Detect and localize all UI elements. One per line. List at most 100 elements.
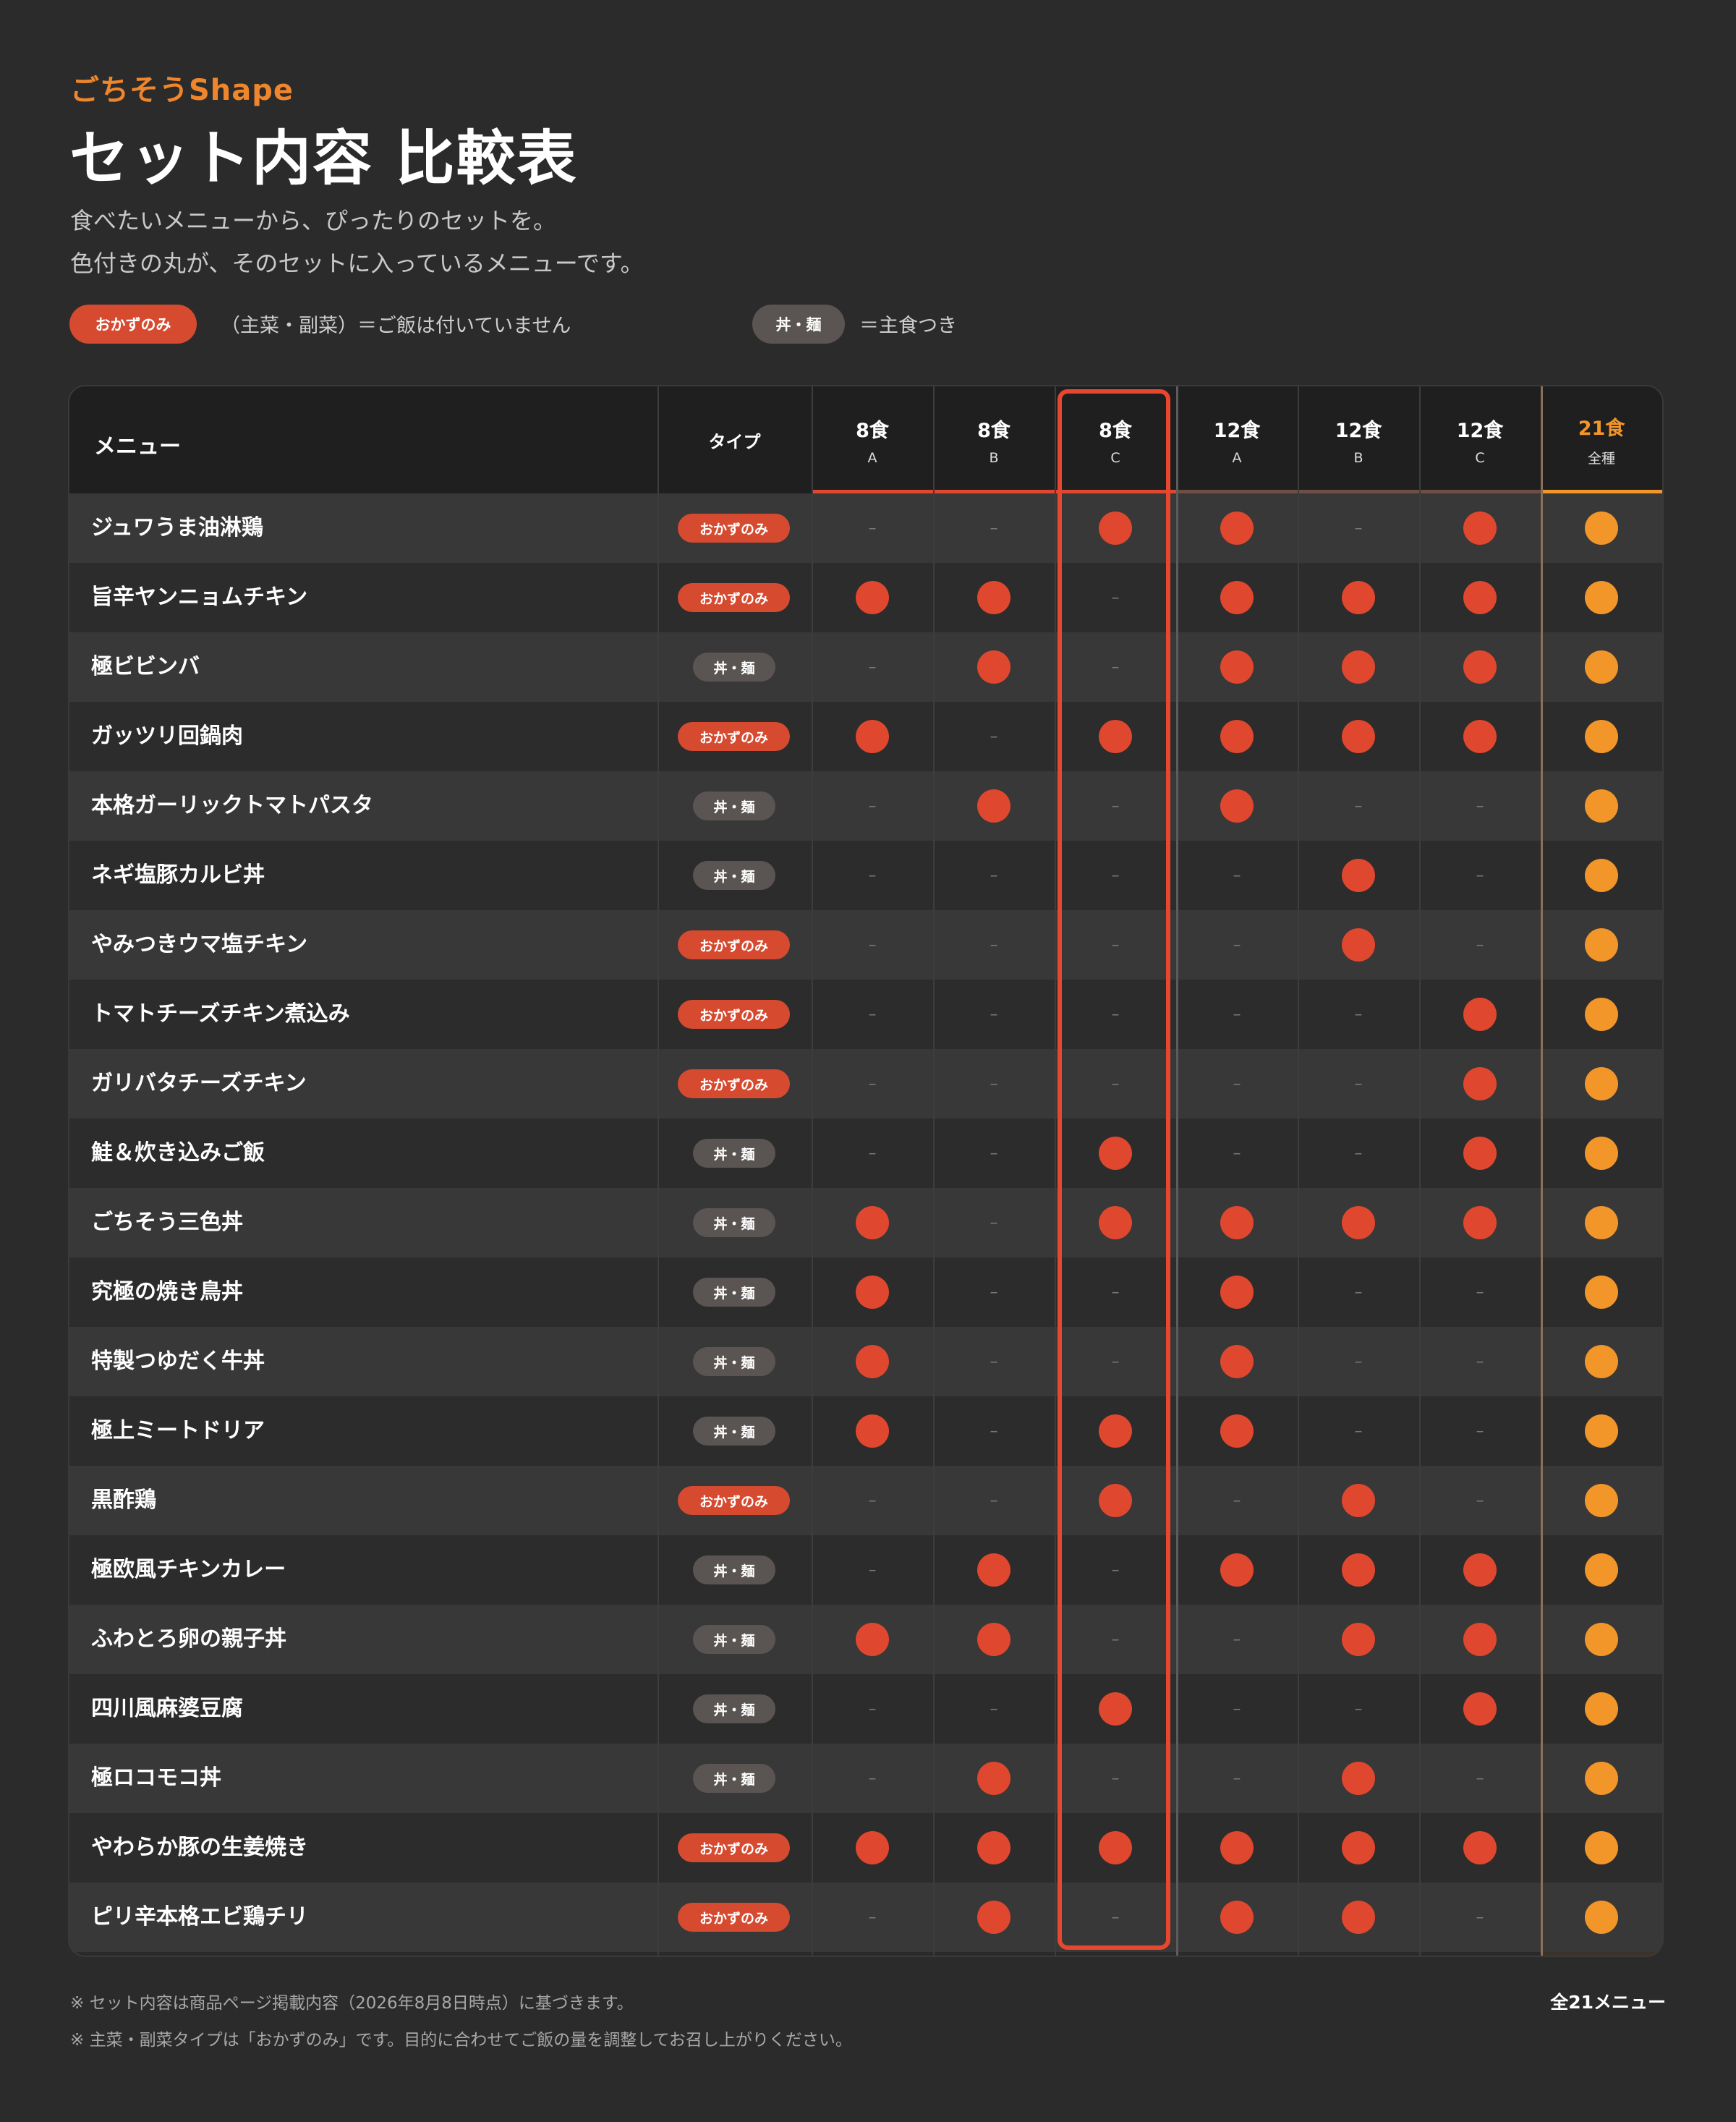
not-included-dash: –	[868, 1699, 877, 1718]
included-dot	[1463, 1067, 1497, 1100]
set-column-header: 21食 全種	[1541, 386, 1662, 493]
table-row: ジュワうま油淋鶏 おかずのみ – – –	[69, 493, 1662, 563]
set-inclusion-cell	[812, 1396, 933, 1466]
set-inclusion-cell	[1419, 563, 1541, 632]
set-inclusion-cell: –	[812, 771, 933, 841]
menu-name: ネギ塩豚カルビ丼	[91, 862, 265, 888]
column-divider	[1055, 386, 1056, 1956]
set-inclusion-cell	[1176, 1535, 1298, 1605]
set-inclusion-cell	[1541, 1744, 1662, 1813]
included-dot	[1342, 1901, 1375, 1934]
set-inclusion-cell: –	[1298, 1257, 1419, 1327]
not-included-dash: –	[990, 1283, 998, 1302]
set-inclusion-cell: –	[1176, 1466, 1298, 1535]
included-dot	[856, 1206, 889, 1239]
set-inclusion-cell: –	[812, 1049, 933, 1119]
table-row: ガリバタチーズチキン おかずのみ – – – – –	[69, 1049, 1662, 1119]
set-column-header-variant: 全種	[1587, 451, 1615, 467]
set-inclusion-cell	[1419, 493, 1541, 563]
included-dot	[856, 1831, 889, 1864]
included-dot	[1585, 512, 1618, 545]
included-dot	[1220, 1414, 1254, 1448]
included-dot	[1585, 1067, 1618, 1100]
included-dot	[1342, 859, 1375, 892]
not-included-dash: –	[1476, 797, 1484, 815]
not-included-dash: –	[1233, 1699, 1241, 1718]
set-inclusion-cell	[1176, 1257, 1298, 1327]
set-inclusion-cell	[1176, 771, 1298, 841]
type-badge: おかずのみ	[678, 514, 790, 543]
menu-name: ガリバタチーズチキン	[91, 1071, 307, 1096]
set-inclusion-cell: –	[1176, 1605, 1298, 1674]
set-inclusion-cell: –	[1419, 841, 1541, 910]
included-dot	[977, 1901, 1010, 1934]
set-inclusion-cell: –	[812, 493, 933, 563]
column-divider	[658, 386, 659, 1956]
set-inclusion-cell	[812, 1188, 933, 1257]
included-dot	[1220, 1206, 1254, 1239]
table-row: 黒酢鶏 おかずのみ – – – –	[69, 1466, 1662, 1535]
table-row: 鮭＆炊き込みご飯 丼・麺 – – – –	[69, 1119, 1662, 1188]
set-inclusion-cell: –	[1176, 980, 1298, 1049]
legend-okazu-pill: おかずのみ	[69, 305, 197, 344]
set-inclusion-cell: –	[1298, 1396, 1419, 1466]
menu-name: 黒酢鶏	[91, 1487, 156, 1513]
menu-name: ジュワうま油淋鶏	[91, 515, 263, 540]
type-badge: 丼・麺	[693, 1625, 775, 1654]
set-inclusion-cell	[1541, 1049, 1662, 1119]
set-inclusion-cell	[1419, 632, 1541, 702]
included-dot	[1220, 1901, 1254, 1934]
table-row: ふわとろ卵の親子丼 丼・麺 – –	[69, 1605, 1662, 1674]
menu-name: 鮭＆炊き込みご飯	[91, 1140, 265, 1166]
set-inclusion-cell: –	[1176, 1674, 1298, 1744]
type-header-label: タイプ	[708, 431, 761, 452]
set-inclusion-cell: –	[1176, 910, 1298, 980]
set-inclusion-cell	[1176, 632, 1298, 702]
not-included-dash: –	[1233, 935, 1241, 954]
type-badge: 丼・麺	[693, 791, 775, 820]
included-dot	[1585, 650, 1618, 684]
included-dot	[856, 1623, 889, 1656]
set-inclusion-cell	[1298, 1813, 1419, 1883]
set-inclusion-cell	[1541, 1674, 1662, 1744]
menu-name: 究極の焼き鳥丼	[91, 1279, 243, 1304]
set-inclusion-cell: –	[1419, 1396, 1541, 1466]
set-inclusion-cell	[1298, 1605, 1419, 1674]
table-row: 本格ガーリックトマトパスタ 丼・麺 – – – –	[69, 771, 1662, 841]
set-inclusion-cell	[1298, 702, 1419, 771]
table-row: ネギ塩豚カルビ丼 丼・麺 – – – – –	[69, 841, 1662, 910]
set-column-header-variant: C	[1475, 449, 1485, 466]
set-inclusion-cell: –	[933, 1188, 1055, 1257]
not-included-dash: –	[990, 1699, 998, 1718]
set-inclusion-cell: –	[933, 980, 1055, 1049]
set-inclusion-cell	[1541, 980, 1662, 1049]
not-included-dash: –	[868, 1491, 877, 1510]
set-inclusion-cell: –	[1176, 841, 1298, 910]
menu-name: 極欧風チキンカレー	[91, 1557, 286, 1582]
set-inclusion-cell: –	[1298, 980, 1419, 1049]
set-inclusion-cell: –	[1298, 1119, 1419, 1188]
type-badge: 丼・麺	[693, 1417, 775, 1446]
set-inclusion-cell: –	[933, 841, 1055, 910]
included-dot	[1463, 1831, 1497, 1864]
not-included-dash: –	[990, 727, 998, 746]
included-dot	[856, 720, 889, 753]
set-inclusion-cell: –	[933, 493, 1055, 563]
set-inclusion-cell: –	[1419, 1327, 1541, 1396]
not-included-dash: –	[1476, 1283, 1484, 1302]
set-inclusion-cell: –	[933, 1674, 1055, 1744]
type-badge: おかずのみ	[678, 583, 790, 612]
type-badge: おかずのみ	[678, 722, 790, 751]
set-inclusion-cell	[812, 1327, 933, 1396]
table-row: ガッツリ回鍋肉 おかずのみ –	[69, 702, 1662, 771]
table-row: 極ロコモコ丼 丼・麺 – – – –	[69, 1744, 1662, 1813]
set-inclusion-cell	[1176, 702, 1298, 771]
not-included-dash: –	[990, 1144, 998, 1163]
set-inclusion-cell	[1541, 563, 1662, 632]
set-inclusion-cell: –	[812, 1674, 933, 1744]
not-included-dash: –	[1476, 866, 1484, 885]
menu-name: 旨辛ヤンニョムチキン	[91, 585, 308, 610]
included-dot	[1585, 1901, 1618, 1934]
set-inclusion-cell: –	[1298, 1327, 1419, 1396]
menu-name: ふわとろ卵の親子丼	[91, 1626, 286, 1652]
